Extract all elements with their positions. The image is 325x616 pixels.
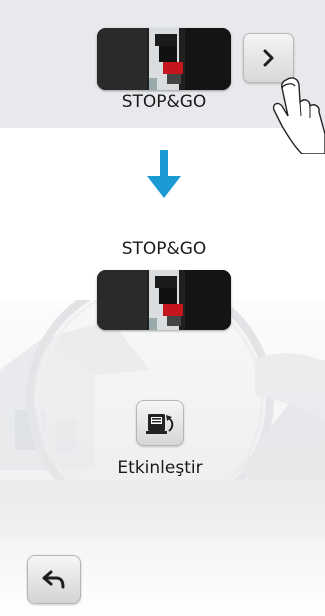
back-arrow-icon bbox=[42, 570, 65, 589]
device-label-top: STOP&GO bbox=[121, 92, 207, 112]
tapping-hand-icon bbox=[272, 77, 325, 154]
stopgo-device-image bbox=[97, 270, 231, 330]
back-button[interactable] bbox=[27, 555, 81, 604]
chevron-right-icon bbox=[263, 49, 273, 67]
device-off-rotate-icon bbox=[146, 414, 174, 434]
activate-label: Etkinleştir bbox=[117, 458, 203, 478]
stopgo-device-image bbox=[97, 28, 231, 90]
arrow-down-icon bbox=[147, 150, 181, 198]
activate-button[interactable] bbox=[136, 400, 184, 446]
device-label: STOP&GO bbox=[121, 239, 207, 259]
